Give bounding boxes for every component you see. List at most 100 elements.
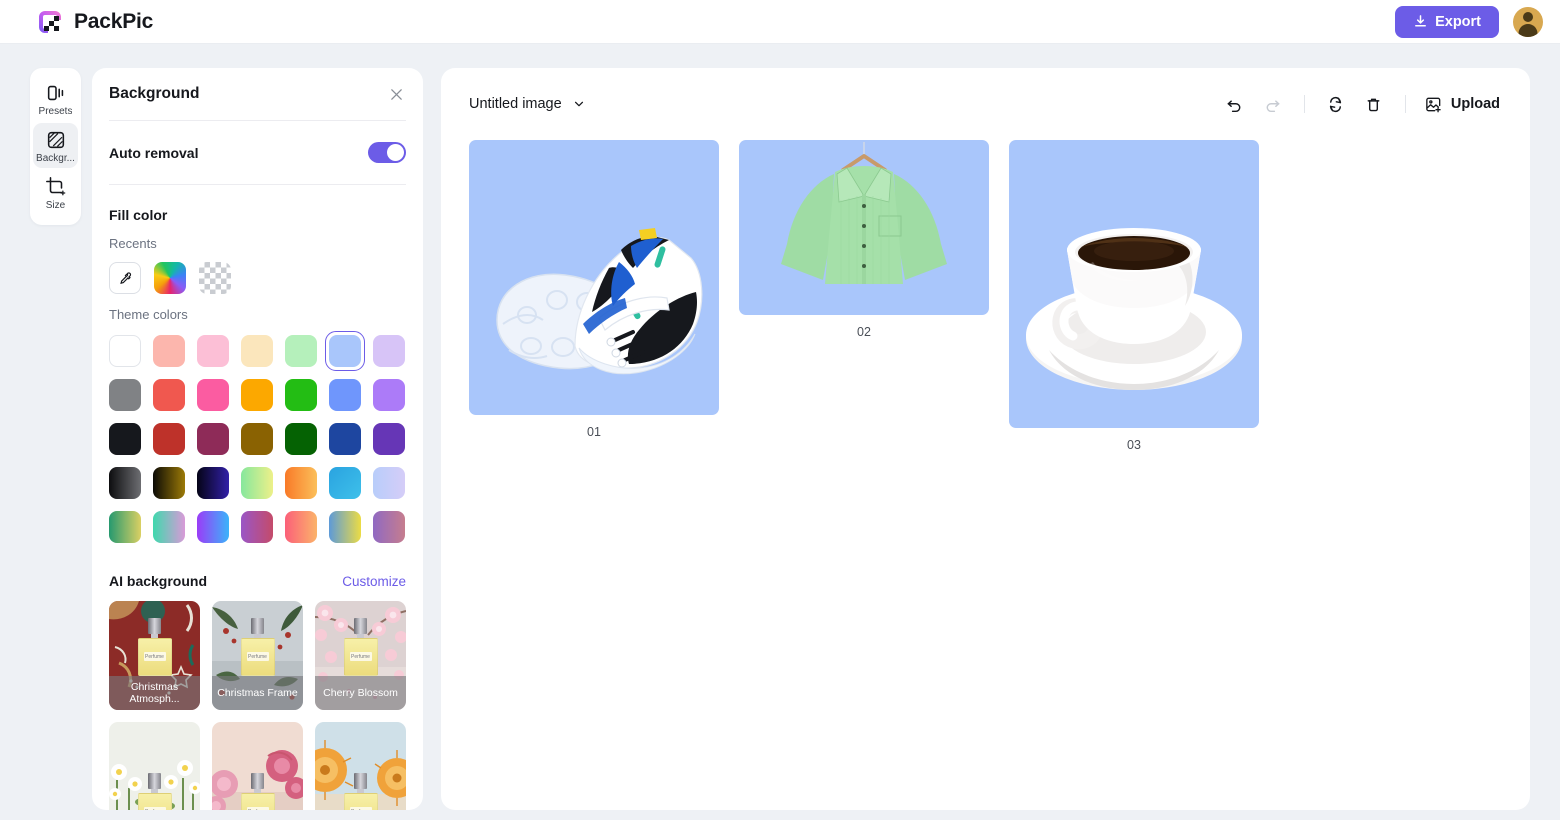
theme-color-swatch[interactable] — [373, 467, 405, 499]
theme-color-swatch[interactable] — [373, 335, 405, 367]
theme-color-row — [109, 467, 406, 499]
theme-color-swatch[interactable] — [109, 511, 141, 543]
theme-color-swatch[interactable] — [109, 423, 141, 455]
brand: PackPic — [36, 8, 153, 36]
ai-background-caption: Cherry Blossom — [315, 676, 406, 710]
canvas-toolbar: Untitled image Upload — [441, 68, 1530, 140]
theme-color-swatch[interactable] — [373, 379, 405, 411]
packpic-logo-icon — [36, 8, 64, 36]
theme-color-swatch[interactable] — [329, 379, 361, 411]
replace-button[interactable] — [1319, 87, 1353, 121]
theme-color-swatch[interactable] — [109, 467, 141, 499]
recents-swatches — [109, 262, 406, 294]
document-name-dropdown[interactable]: Untitled image — [469, 96, 585, 112]
theme-color-swatch[interactable] — [197, 423, 229, 455]
theme-color-swatch[interactable] — [285, 423, 317, 455]
theme-color-swatch[interactable] — [285, 335, 317, 367]
upload-button[interactable]: Upload — [1420, 87, 1504, 121]
theme-color-swatch[interactable] — [329, 423, 361, 455]
theme-color-swatch[interactable] — [241, 467, 273, 499]
theme-color-swatch[interactable] — [329, 467, 361, 499]
theme-color-row — [109, 331, 406, 371]
brand-name: PackPic — [74, 9, 154, 33]
canvas-item: 01 — [469, 140, 719, 439]
canvas-items: 01 02 03 — [469, 140, 1502, 452]
ai-background-grid: Perfume Christmas Atmosph... Perfume Chris… — [109, 601, 406, 810]
theme-color-swatch[interactable] — [153, 379, 185, 411]
theme-color-swatch[interactable] — [197, 335, 229, 367]
close-icon[interactable] — [386, 84, 406, 104]
toolbar-divider — [1404, 95, 1406, 113]
redo-button[interactable] — [1256, 87, 1290, 121]
perfume-bottle-icon: Perfume — [343, 618, 378, 676]
eyedropper-icon[interactable] — [109, 262, 141, 294]
ai-background-card[interactable]: Perfume — [109, 722, 200, 810]
color-wheel-icon[interactable] — [154, 262, 186, 294]
theme-color-swatch[interactable] — [153, 511, 185, 543]
image-add-icon — [1424, 95, 1443, 114]
sidebar-item-presets[interactable]: Presets — [33, 76, 78, 121]
theme-color-swatch[interactable] — [241, 379, 273, 411]
recents-label: Recents — [109, 236, 157, 251]
panel-header: Background — [109, 68, 406, 120]
sidebar-item-size[interactable]: Size — [33, 170, 78, 215]
document-name: Untitled image — [469, 96, 562, 112]
theme-color-swatch[interactable] — [285, 379, 317, 411]
canvas-thumbnail-03[interactable] — [1009, 140, 1259, 428]
panel-title: Background — [109, 85, 200, 102]
ai-background-card[interactable]: Perfume — [315, 722, 406, 810]
top-bar: PackPic Export — [0, 0, 1560, 44]
undo-button[interactable] — [1218, 87, 1252, 121]
theme-colors-label: Theme colors — [109, 307, 188, 322]
canvas-thumbnail-01[interactable] — [469, 140, 719, 415]
ai-background-card[interactable]: Perfume Christmas Atmosph... — [109, 601, 200, 710]
theme-color-swatch[interactable] — [285, 511, 317, 543]
canvas-thumbnail-02[interactable] — [739, 140, 989, 315]
ai-background-header: AI background Customize — [109, 573, 406, 589]
theme-color-swatch[interactable] — [153, 467, 185, 499]
export-label: Export — [1435, 13, 1481, 30]
theme-color-swatch[interactable] — [197, 379, 229, 411]
perfume-bottle-icon: Perfume — [240, 773, 275, 810]
theme-color-swatch[interactable] — [153, 335, 185, 367]
theme-color-swatch[interactable] — [373, 511, 405, 543]
theme-color-row — [109, 511, 406, 543]
background-panel: Background Auto removal Fill color Recen… — [92, 68, 423, 810]
auto-removal-toggle[interactable] — [368, 142, 406, 163]
theme-color-swatch[interactable] — [197, 467, 229, 499]
theme-color-swatch[interactable] — [241, 423, 273, 455]
sidebar-item-background[interactable]: Backgr... — [33, 123, 78, 168]
transparent-checker-icon[interactable] — [199, 262, 231, 294]
customize-link[interactable]: Customize — [342, 574, 406, 589]
trash-button[interactable] — [1357, 87, 1391, 121]
theme-colors-grid — [109, 331, 406, 543]
auto-removal-label: Auto removal — [109, 144, 199, 161]
export-button[interactable]: Export — [1395, 5, 1499, 38]
theme-color-swatch[interactable] — [153, 423, 185, 455]
ai-background-card[interactable]: Perfume Christmas Frame — [212, 601, 303, 710]
perfume-bottle-icon: Perfume — [137, 618, 172, 676]
ai-background-title: AI background — [109, 573, 208, 589]
theme-color-row — [109, 379, 406, 411]
theme-color-swatch[interactable] — [109, 379, 141, 411]
theme-color-swatch[interactable] — [325, 331, 365, 371]
canvas-item: 03 — [1009, 140, 1259, 452]
theme-color-swatch[interactable] — [241, 335, 273, 367]
canvas-item-caption: 01 — [587, 425, 601, 439]
perfume-bottle-icon: Perfume — [240, 618, 275, 676]
theme-color-swatch[interactable] — [285, 467, 317, 499]
fill-color-title: Fill color — [109, 207, 168, 223]
divider — [109, 184, 406, 185]
theme-color-swatch[interactable] — [241, 511, 273, 543]
theme-color-row — [109, 423, 406, 455]
theme-color-swatch[interactable] — [329, 511, 361, 543]
theme-color-swatch[interactable] — [373, 423, 405, 455]
presets-icon — [45, 82, 67, 104]
ai-background-card[interactable]: Perfume — [212, 722, 303, 810]
user-avatar-icon[interactable] — [1513, 6, 1543, 37]
canvas-tool-buttons: Upload — [1218, 87, 1504, 121]
theme-color-swatch[interactable] — [197, 511, 229, 543]
theme-color-swatch[interactable] — [109, 335, 141, 367]
ai-background-card[interactable]: Perfume Cherry Blossom — [315, 601, 406, 710]
canvas-area: Untitled image Upload 01 02 03 — [441, 68, 1530, 810]
